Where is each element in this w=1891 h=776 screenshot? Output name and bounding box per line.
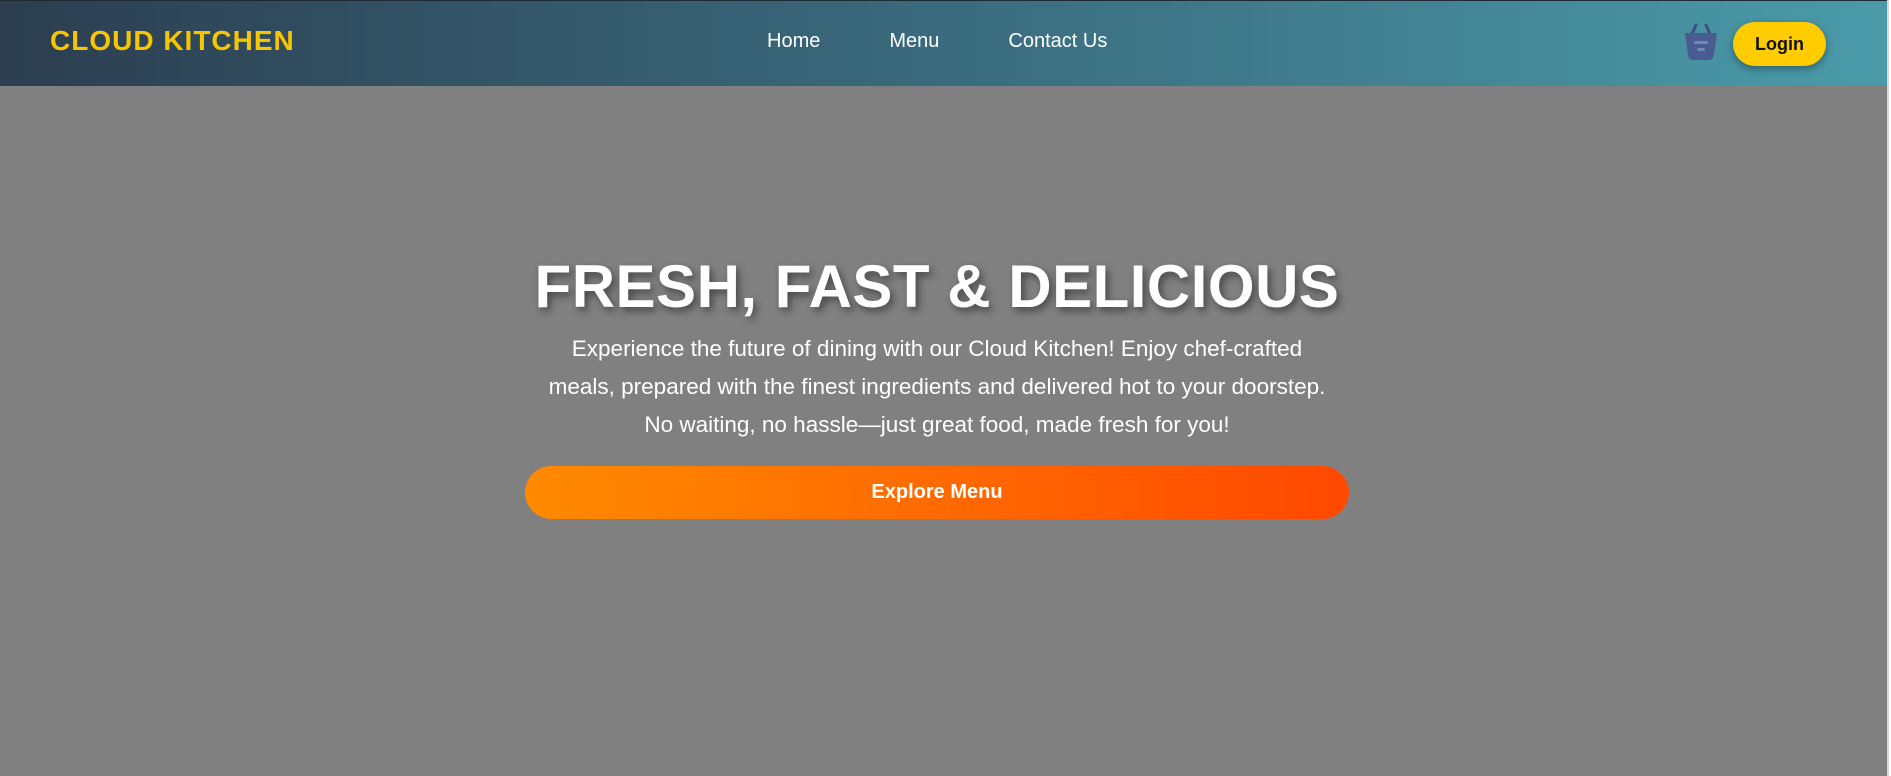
page: CLOUD KITCHEN Home Menu Contact Us Login… [0, 0, 1889, 776]
brand-logo[interactable]: CLOUD KITCHEN [50, 25, 295, 57]
hero-description: Experience the future of dining with our… [548, 336, 1326, 437]
nav-link-menu[interactable]: Menu [889, 30, 939, 53]
nav-link-contact-us[interactable]: Contact Us [1008, 30, 1107, 53]
login-button[interactable]: Login [1733, 22, 1826, 66]
navbar: CLOUD KITCHEN Home Menu Contact Us Login [0, 0, 1887, 86]
explore-menu-button[interactable]: Explore Menu [525, 466, 1349, 519]
hero-section: FRESH, FAST & DELICIOUS Experience the f… [525, 250, 1349, 519]
nav-link-home[interactable]: Home [767, 30, 820, 53]
hero-title: FRESH, FAST & DELICIOUS [534, 253, 1340, 320]
nav-links: Home Menu Contact Us [767, 30, 1107, 53]
basket-icon[interactable] [1681, 22, 1721, 62]
